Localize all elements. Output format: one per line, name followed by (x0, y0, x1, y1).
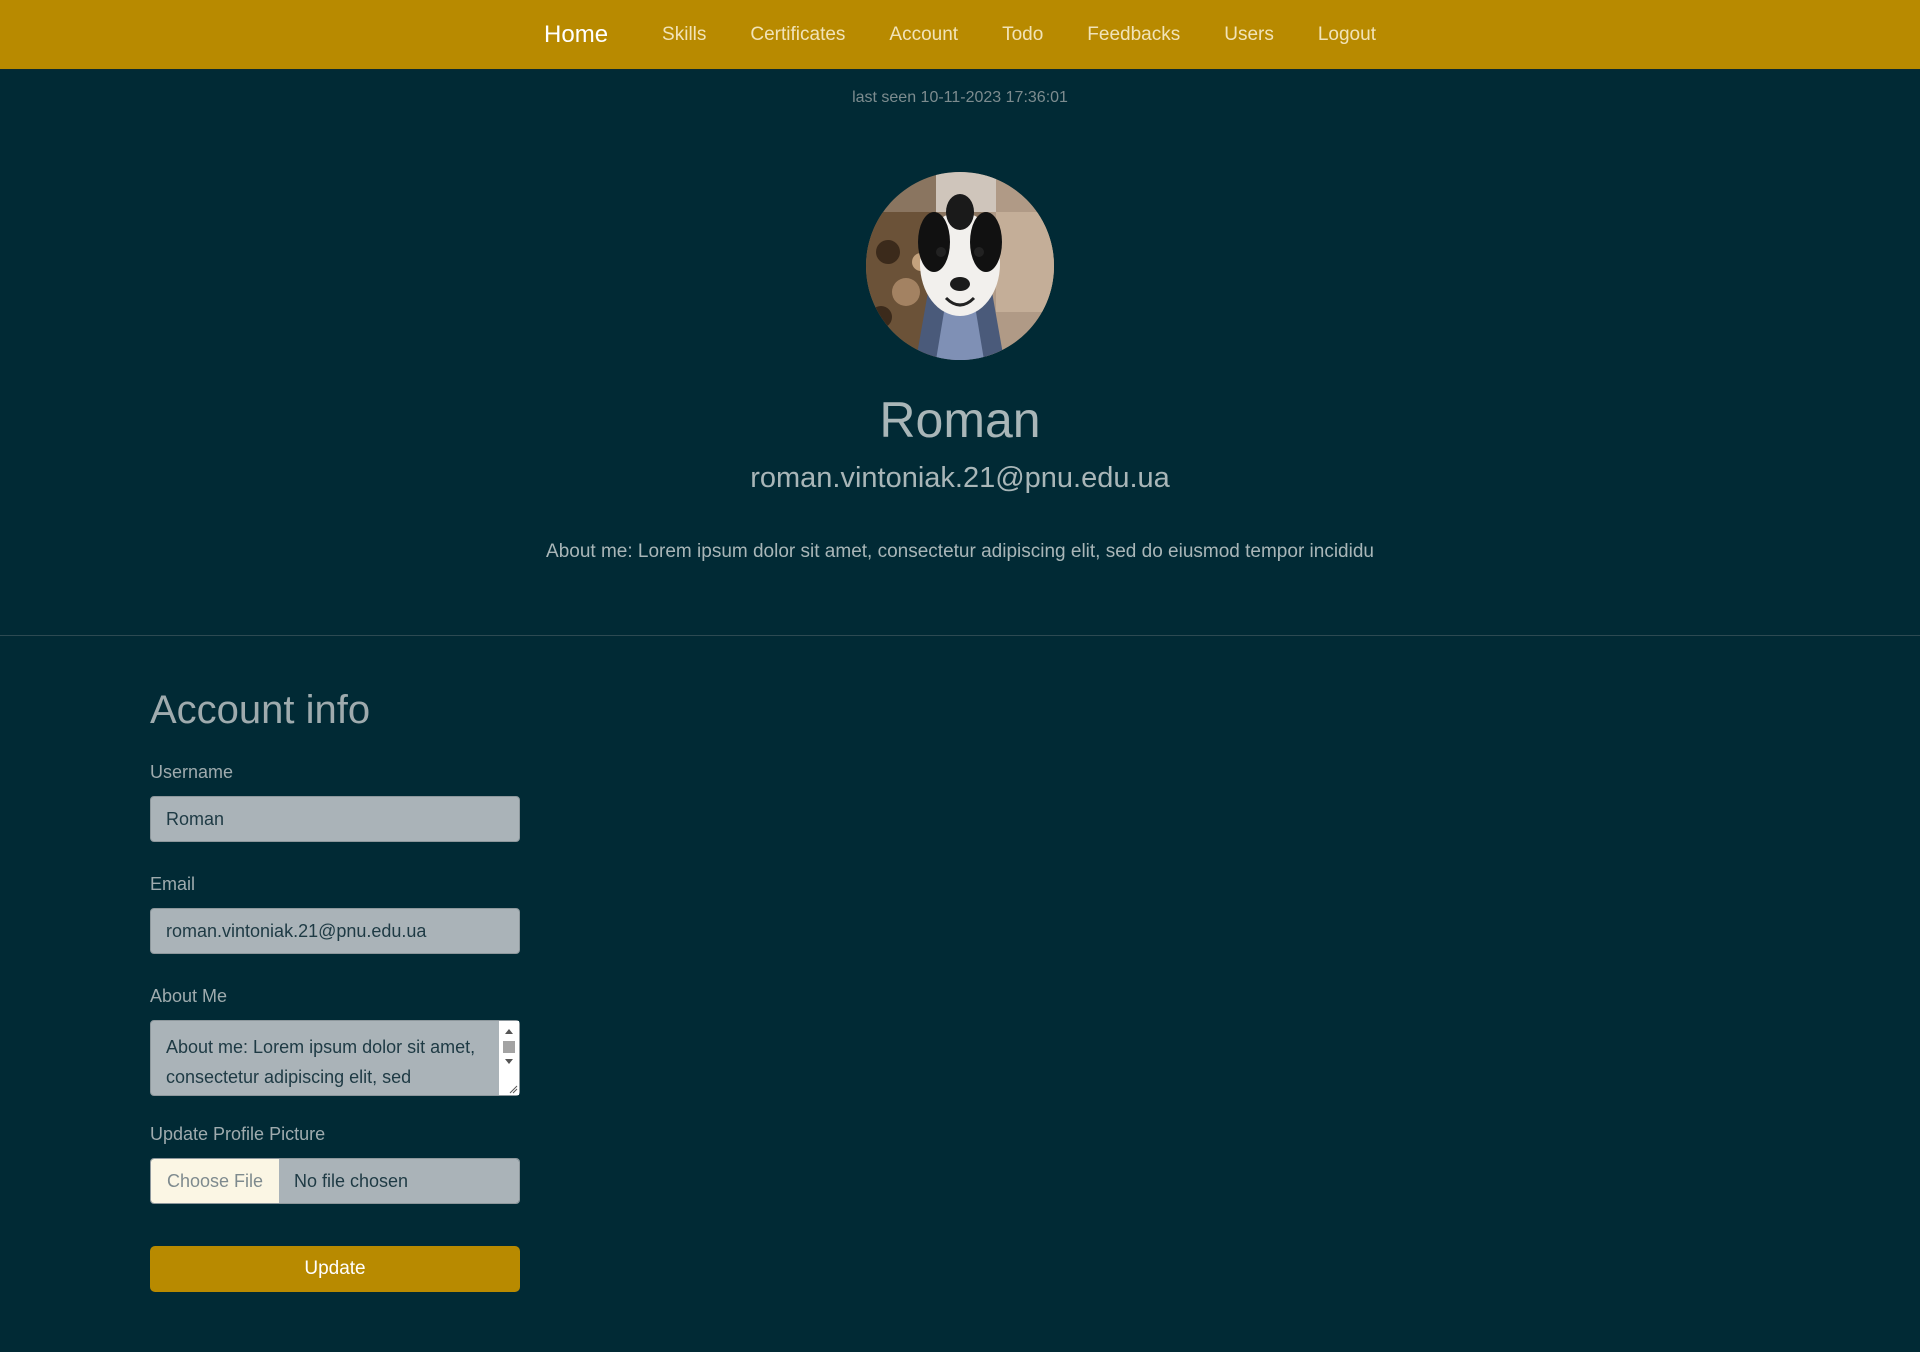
nav-item-home[interactable]: Home (522, 0, 640, 70)
last-seen-text: last seen 10-11-2023 17:36:01 (852, 89, 1068, 106)
nav-item-feedbacks[interactable]: Feedbacks (1065, 0, 1202, 70)
scroll-thumb[interactable] (503, 1041, 515, 1053)
profile-email: roman.vintoniak.21@pnu.edu.ua (750, 462, 1170, 494)
nav-item-skills[interactable]: Skills (640, 0, 728, 70)
profile-picture-file-input[interactable]: Choose File No file chosen (150, 1158, 520, 1204)
resize-grip-icon[interactable] (508, 1084, 518, 1094)
nav-item-logout[interactable]: Logout (1296, 0, 1398, 70)
account-info-title: Account info (150, 688, 371, 732)
file-status-text: No file chosen (279, 1159, 519, 1203)
about-me-label: About Me (150, 986, 228, 1006)
update-button[interactable]: Update (150, 1246, 520, 1292)
email-label: Email (150, 874, 196, 894)
section-divider (0, 635, 1920, 636)
profile-name: Roman (879, 392, 1041, 448)
dog-photo-avatar-icon (866, 172, 1054, 360)
profile-avatar (866, 172, 1054, 360)
update-picture-label: Update Profile Picture (150, 1124, 326, 1144)
nav-item-certificates[interactable]: Certificates (728, 0, 867, 70)
choose-file-button[interactable]: Choose File (151, 1159, 279, 1203)
scroll-up-icon[interactable] (505, 1029, 513, 1034)
account-info-form: Account info Username Email About Me Abo… (150, 684, 520, 1292)
top-navbar: Home Skills Certificates Account Todo Fe… (0, 0, 1920, 70)
email-field[interactable] (150, 908, 520, 954)
nav-links: Home Skills Certificates Account Todo Fe… (0, 0, 1920, 70)
about-me-wrapper: About me: Lorem ipsum dolor sit amet, co… (150, 1020, 520, 1096)
nav-item-account[interactable]: Account (867, 0, 980, 70)
scroll-down-icon[interactable] (505, 1059, 513, 1064)
about-me-textarea[interactable]: About me: Lorem ipsum dolor sit amet, co… (150, 1020, 520, 1096)
username-field[interactable] (150, 796, 520, 842)
nav-item-users[interactable]: Users (1202, 0, 1296, 70)
nav-item-todo[interactable]: Todo (980, 0, 1065, 70)
profile-about: About me: Lorem ipsum dolor sit amet, co… (546, 541, 1374, 562)
username-label: Username (150, 762, 234, 782)
